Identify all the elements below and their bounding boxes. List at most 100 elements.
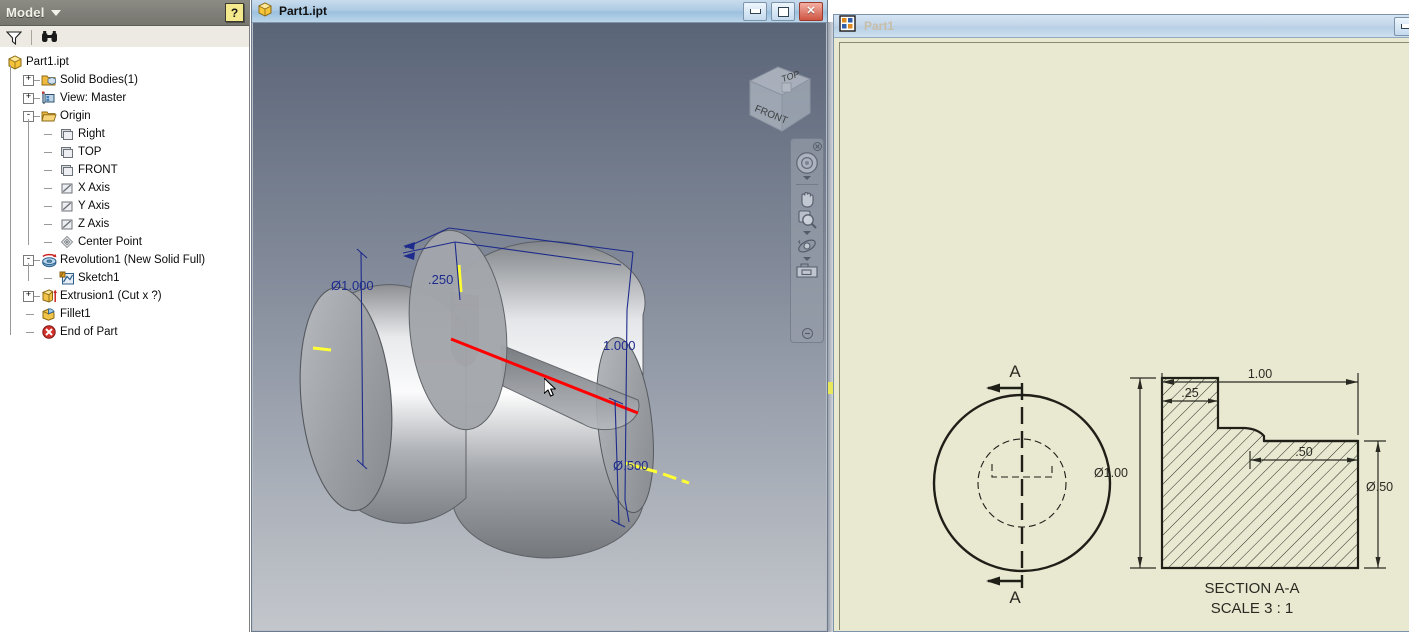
- tree-item-revolution1-new-solid-full[interactable]: - Revolution1 (New Solid Full): [0, 251, 249, 269]
- find-binoculars-icon[interactable]: [38, 27, 60, 47]
- zoom-menu[interactable]: [803, 231, 811, 235]
- tree-item-extrusion1-cut-x[interactable]: + Extrusion1 (Cut x ?): [0, 287, 249, 305]
- browser-panel-title: Model: [6, 5, 45, 20]
- work-axis-icon: [59, 216, 75, 232]
- shaft-diameter-dimension: [1364, 440, 1386, 569]
- orbit-menu[interactable]: [803, 257, 811, 261]
- dim-flange-diameter-text: Ø1.00: [1094, 466, 1128, 480]
- tree-item-sketch1[interactable]: Sketch1: [0, 269, 249, 287]
- tree-item-label: Revolution1 (New Solid Full): [60, 254, 206, 266]
- orbit-icon[interactable]: [794, 236, 820, 256]
- tree-item-view-master[interactable]: + View: Master: [0, 89, 249, 107]
- tree-connector: [34, 79, 40, 81]
- tree-item-label: FRONT: [78, 164, 118, 176]
- work-axis-icon: [59, 198, 75, 214]
- tree-connector: [44, 205, 52, 207]
- model-window-buttons: ✕: [743, 2, 823, 21]
- tree-connector: [34, 97, 40, 99]
- drawing-views: A A 1.00 .25 .50 Ø1.00 Ø.50 SECTION A-A …: [932, 362, 1393, 617]
- fillet-feature-icon: [41, 306, 57, 322]
- sketch-icon: [59, 270, 75, 286]
- part-document-icon: [257, 1, 273, 22]
- tree-item-solid-bodies-1[interactable]: + Solid Bodies(1): [0, 71, 249, 89]
- tree-item-top[interactable]: TOP: [0, 143, 249, 161]
- tree-connector: [26, 313, 34, 315]
- front-view[interactable]: A A: [932, 362, 1112, 607]
- restore-icon[interactable]: [771, 2, 795, 21]
- model-tree[interactable]: Part1.ipt + Solid Bodies(1) + View: Master - O…: [0, 47, 249, 632]
- tree-connector: [44, 169, 52, 171]
- section-label-bottom: A: [1009, 588, 1021, 607]
- chevron-down-icon[interactable]: [50, 9, 61, 16]
- navbar-close-button[interactable]: [812, 142, 822, 151]
- part-geometry: Ø1.000 .250 1.000 Ø.500: [299, 227, 690, 559]
- mouse-cursor: [544, 378, 556, 397]
- steering-wheel-menu[interactable]: [803, 176, 811, 180]
- section-profile: [1160, 376, 1360, 570]
- tree-item-fillet1[interactable]: Fillet1: [0, 305, 249, 323]
- tree-item-label: Solid Bodies(1): [60, 74, 138, 86]
- minimize-icon[interactable]: [743, 2, 767, 21]
- revolution-feature-icon: [41, 252, 57, 268]
- expand-icon[interactable]: +: [23, 290, 34, 302]
- dim-overall-length-text: 1.00: [1248, 367, 1272, 381]
- work-plane-icon: [59, 126, 75, 142]
- 3d-viewport[interactable]: TOP FRONT Ø1.000 .250 1.000 Ø.500: [253, 23, 826, 630]
- section-arrow-top-head: [986, 383, 1000, 393]
- close-icon[interactable]: ✕: [799, 2, 823, 21]
- filter-icon[interactable]: [3, 27, 25, 47]
- camera-look-at-icon[interactable]: [794, 262, 820, 279]
- drawing-window: Part1 A A 1.00 .25 .50 Ø1.00 Ø.50 SECTIO…: [833, 14, 1409, 632]
- tree-item-z-axis[interactable]: Z Axis: [0, 215, 249, 233]
- section-label-top: A: [1009, 362, 1021, 381]
- tree-item-front[interactable]: FRONT: [0, 161, 249, 179]
- steering-wheel-button[interactable]: [794, 151, 820, 175]
- view-master-icon: [41, 90, 57, 106]
- dim-diameter-shaft: Ø.500: [613, 458, 648, 473]
- drawing-sheet[interactable]: A A 1.00 .25 .50 Ø1.00 Ø.50 SECTION A-A …: [839, 42, 1409, 630]
- tree-item-label: Z Axis: [78, 218, 110, 230]
- tree-connector: [44, 223, 52, 225]
- expand-icon[interactable]: +: [23, 92, 34, 104]
- navbar-minimize-button[interactable]: [794, 328, 820, 339]
- minimize-icon[interactable]: [1394, 17, 1409, 36]
- dim-flange-thickness: .250: [428, 272, 453, 287]
- tree-item-origin[interactable]: - Origin: [0, 107, 249, 125]
- browser-panel-titlebar: Model ?: [0, 0, 249, 26]
- browser-toolbar: [0, 26, 249, 49]
- tree-rail: [28, 263, 29, 281]
- tree-item-y-axis[interactable]: Y Axis: [0, 197, 249, 215]
- drawing-window-titlebar[interactable]: Part1: [834, 15, 1409, 38]
- work-plane-icon: [59, 144, 75, 160]
- hand-pan-icon[interactable]: [794, 188, 820, 209]
- center-point-icon: [59, 234, 75, 250]
- navigation-bar[interactable]: [790, 138, 824, 343]
- tree-connector: [44, 241, 52, 243]
- work-axis-left: [312, 346, 332, 352]
- extrusion-feature-icon: [41, 288, 57, 304]
- origin-folder-icon: [41, 108, 57, 124]
- tree-connector: [44, 187, 52, 189]
- tree-item-x-axis[interactable]: X Axis: [0, 179, 249, 197]
- model-window: Part1.ipt ✕ TOP FRONT Ø1.000 .250 1.000 …: [251, 0, 828, 632]
- tree-connector: [26, 331, 34, 333]
- tree-connector: [44, 151, 52, 153]
- tree-connector: [34, 259, 40, 261]
- tree-item-end-of-part[interactable]: End of Part: [0, 323, 249, 341]
- section-caption-title: SECTION A-A: [1204, 580, 1299, 597]
- tree-item-part1-ipt[interactable]: Part1.ipt: [0, 53, 249, 71]
- model-window-title: Part1.ipt: [279, 4, 328, 18]
- magnifier-zoom-icon[interactable]: [794, 209, 820, 230]
- tree-item-center-point[interactable]: Center Point: [0, 233, 249, 251]
- expand-icon[interactable]: +: [23, 74, 34, 86]
- navbar-separator: [796, 184, 818, 185]
- work-plane-icon: [59, 162, 75, 178]
- help-question-icon[interactable]: ?: [225, 3, 244, 22]
- end-of-part-icon: [41, 324, 57, 340]
- dim-groove-length-text: .50: [1295, 445, 1312, 459]
- section-view[interactable]: 1.00 .25 .50 Ø1.00 Ø.50 SECTION A-A SCAL…: [1094, 367, 1393, 617]
- tree-item-label: Fillet1: [60, 308, 91, 320]
- tree-item-right[interactable]: Right: [0, 125, 249, 143]
- model-window-titlebar[interactable]: Part1.ipt ✕: [252, 0, 827, 23]
- dim-shaft-diameter-text: Ø.50: [1366, 480, 1393, 494]
